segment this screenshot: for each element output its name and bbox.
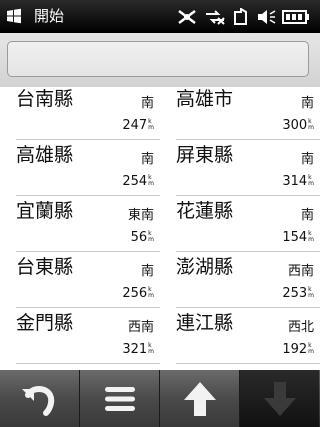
list-item[interactable]: 高雄縣 南 254 k m [8, 140, 160, 196]
list-item[interactable]: 金門縣 西南 321 k m [8, 308, 160, 364]
unit-km: km [308, 174, 314, 187]
windows-start-icon[interactable] [6, 8, 22, 24]
unit-km: km [308, 286, 314, 299]
unit-km: km [308, 230, 314, 243]
unit-km: km [308, 118, 314, 131]
down-arrow-icon [263, 381, 296, 416]
search-area [0, 33, 320, 87]
direction: 南 [300, 208, 314, 223]
distance: 154 k m [282, 230, 314, 245]
menu-icon [104, 386, 135, 411]
unit-km: km [148, 118, 154, 131]
list-row: 金門縣 西南 321 k m 連江縣 西北 192 k m [0, 308, 320, 364]
direction: 南 [300, 152, 314, 167]
county-name: 屏東縣 [176, 144, 234, 166]
data-off-icon [206, 10, 225, 25]
scroll-down-button[interactable] [240, 370, 319, 427]
county-list: 台南縣 南 247 k m 高雄市 南 300 k m 高雄縣 南 254 k m 屏東縣 … [0, 87, 320, 370]
distance: 192 k m [282, 342, 314, 357]
divider [16, 363, 160, 364]
mute-icon [258, 10, 276, 24]
direction: 南 [140, 96, 154, 111]
list-row: 台南縣 南 247 k m 高雄市 南 300 k m [0, 87, 320, 140]
scroll-up-button[interactable] [160, 370, 240, 427]
menu-button[interactable] [80, 370, 160, 427]
direction: 東南 [127, 208, 154, 223]
distance: 247 k m [122, 118, 154, 133]
back-button[interactable] [0, 370, 80, 427]
divider [176, 363, 320, 364]
list-item[interactable]: 高雄市 南 300 k m [168, 87, 320, 140]
direction: 南 [300, 96, 314, 111]
battery-icon [282, 10, 309, 24]
list-item[interactable]: 台南縣 南 247 k m [8, 87, 160, 140]
list-item[interactable]: 連江縣 西北 192 k m [168, 308, 320, 364]
distance: 321 k m [122, 342, 154, 357]
county-name: 花蓮縣 [176, 200, 234, 222]
sim-icon [234, 8, 247, 25]
county-name: 台東縣 [16, 256, 74, 278]
up-arrow-icon [183, 381, 216, 416]
back-icon [21, 385, 54, 416]
distance: 56 k m [130, 230, 154, 245]
gps-off-icon [178, 10, 196, 24]
direction: 南 [140, 264, 154, 279]
distance: 254 k m [122, 174, 154, 189]
unit-km: km [308, 342, 314, 355]
county-name: 台南縣 [16, 88, 74, 110]
direction: 西南 [127, 320, 154, 335]
start-title[interactable]: 開始 [34, 8, 64, 25]
county-name: 高雄市 [176, 88, 234, 110]
county-name: 連江縣 [176, 312, 234, 334]
status-icons [176, 8, 310, 26]
list-item[interactable]: 台東縣 南 256 k m [8, 252, 160, 308]
distance: 256 k m [122, 286, 154, 301]
county-name: 宜蘭縣 [16, 200, 74, 222]
unit-km: km [148, 286, 154, 299]
bottom-toolbar [0, 370, 320, 427]
direction: 西南 [287, 264, 314, 279]
list-row: 宜蘭縣 東南 56 k m 花蓮縣 南 154 k m [0, 196, 320, 252]
status-bar: 開始 [0, 0, 320, 33]
distance: 300 k m [282, 118, 314, 133]
county-name: 金門縣 [16, 312, 74, 334]
county-name: 高雄縣 [16, 144, 74, 166]
list-item[interactable]: 澎湖縣 西南 253 k m [168, 252, 320, 308]
county-name: 澎湖縣 [176, 256, 234, 278]
distance: 314 k m [282, 174, 314, 189]
distance: 253 k m [282, 286, 314, 301]
list-item[interactable]: 屏東縣 南 314 k m [168, 140, 320, 196]
direction: 西北 [287, 320, 314, 335]
list-item[interactable]: 花蓮縣 南 154 k m [168, 196, 320, 252]
unit-km: km [148, 174, 154, 187]
direction: 南 [140, 152, 154, 167]
list-item[interactable]: 宜蘭縣 東南 56 k m [8, 196, 160, 252]
unit-km: km [148, 230, 154, 243]
search-input[interactable] [7, 41, 309, 77]
list-row: 台東縣 南 256 k m 澎湖縣 西南 253 k m [0, 252, 320, 308]
unit-km: km [148, 342, 154, 355]
list-row: 高雄縣 南 254 k m 屏東縣 南 314 k m [0, 140, 320, 196]
